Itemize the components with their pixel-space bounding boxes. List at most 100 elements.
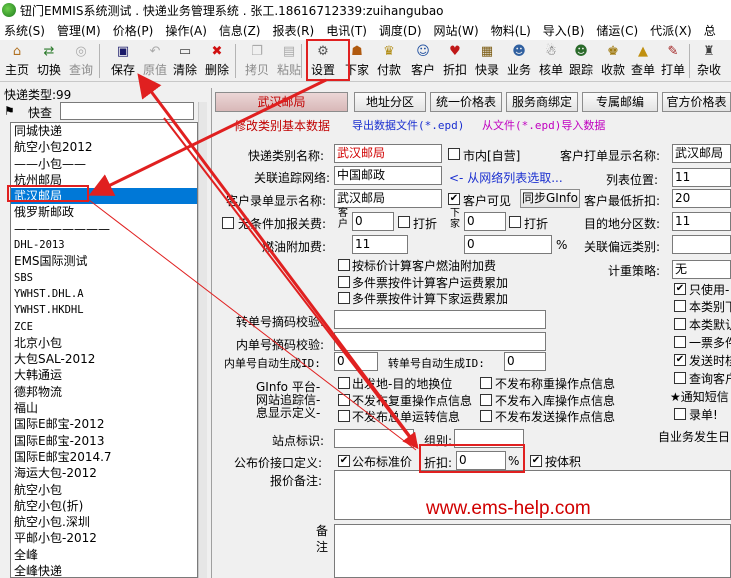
- toolbar-revert-button[interactable]: ↶ 原值: [139, 41, 171, 79]
- list-item[interactable]: 大韩通运: [11, 367, 197, 383]
- entry-name-input[interactable]: 武汉邮局: [334, 189, 442, 208]
- list-position-input[interactable]: 11: [672, 168, 731, 187]
- left-scrollbar[interactable]: [198, 102, 207, 578]
- toolbar-delete-button[interactable]: ✖ 删除: [201, 41, 233, 79]
- tab-official-price[interactable]: 官方价格表: [662, 92, 731, 112]
- menu-info[interactable]: 信息(Z): [215, 22, 269, 39]
- type-name-input[interactable]: 武汉邮局: [334, 144, 442, 163]
- list-item[interactable]: 德邦物流: [11, 384, 197, 400]
- no-master-checkbox[interactable]: [338, 410, 350, 422]
- menu-storage[interactable]: 储运(C): [592, 22, 646, 39]
- list-item[interactable]: DHL-2013: [11, 237, 197, 253]
- multi-piece-next-checkbox[interactable]: [338, 292, 350, 304]
- list-item[interactable]: ——小包——: [11, 156, 197, 172]
- toolbar-tracking-button[interactable]: ☻ 跟踪: [565, 41, 597, 79]
- right-option-1-checkbox[interactable]: ✔: [674, 283, 686, 295]
- toolbar-clear-button[interactable]: ▭ 清除: [169, 41, 201, 79]
- toolbar-collect-button[interactable]: ♚ 收款: [597, 41, 629, 79]
- export-data-link[interactable]: 导出数据文件(*.epd): [352, 117, 464, 133]
- transfer-autogen-input[interactable]: 0: [504, 352, 546, 371]
- list-item[interactable]: 平邮小包-2012: [11, 530, 197, 546]
- toolbar-verify-button[interactable]: ☃ 核单: [535, 41, 567, 79]
- list-item[interactable]: 航空小包: [11, 482, 197, 498]
- tab-wuhan-post[interactable]: 武汉邮局: [215, 92, 348, 112]
- no-condition-surcharge-checkbox[interactable]: [222, 217, 234, 229]
- list-item[interactable]: 全峰快递: [11, 563, 197, 577]
- toolbar-customer-button[interactable]: ☺ 客户: [407, 41, 439, 79]
- quick-find-input[interactable]: [60, 102, 194, 120]
- waybill-check-input[interactable]: [334, 310, 546, 329]
- weight-policy-select[interactable]: 无: [672, 260, 731, 279]
- next-surcharge-input[interactable]: 0: [464, 212, 506, 231]
- list-item[interactable]: 大包SAL-2012: [11, 351, 197, 367]
- list-item[interactable]: ZCE: [11, 319, 197, 335]
- min-discount-input[interactable]: 20: [672, 189, 731, 208]
- menu-price[interactable]: 价格(P): [109, 22, 162, 39]
- list-item[interactable]: EMS国际测试: [11, 253, 197, 269]
- list-item[interactable]: 国际E邮宝-2012: [11, 416, 197, 432]
- toolbar-binoculars-button[interactable]: ◎ 查询: [65, 41, 97, 79]
- publish-standard-checkbox[interactable]: ✔: [338, 455, 350, 467]
- list-item[interactable]: YWHST.HKDHL: [11, 302, 197, 318]
- next-surcharge-discount-checkbox[interactable]: [509, 216, 521, 228]
- list-item[interactable]: 全峰: [11, 547, 197, 563]
- menu-dispatch[interactable]: 调度(D): [375, 22, 430, 39]
- menu-report[interactable]: 报表(R): [268, 22, 322, 39]
- list-item[interactable]: 航空小包(折): [11, 498, 197, 514]
- menu-import[interactable]: 导入(B): [539, 22, 593, 39]
- customer-surcharge-discount-checkbox[interactable]: [398, 216, 410, 228]
- customer-surcharge-input[interactable]: 0: [352, 212, 394, 231]
- station-input[interactable]: [334, 429, 414, 448]
- right-option-4-checkbox[interactable]: [674, 336, 686, 348]
- dest-zones-input[interactable]: 11: [672, 212, 731, 231]
- menu-general[interactable]: 总: [700, 22, 724, 39]
- list-item[interactable]: 同城快递: [11, 123, 197, 139]
- sync-ginfo-button[interactable]: 同步GInfo: [520, 189, 580, 208]
- right-option-6-checkbox[interactable]: [674, 372, 686, 384]
- no-outbound-checkbox[interactable]: [480, 410, 492, 422]
- list-item[interactable]: 海运大包-2012: [11, 465, 197, 481]
- tab-provider-binding[interactable]: 服务商绑定: [506, 92, 578, 112]
- tab-address-zones[interactable]: 地址分区: [354, 92, 426, 112]
- right-option-2-checkbox[interactable]: [674, 300, 686, 312]
- by-volume-checkbox[interactable]: ✔: [530, 455, 542, 467]
- right-option-3-checkbox[interactable]: [674, 318, 686, 330]
- origin-dest-swap-checkbox[interactable]: [338, 377, 350, 389]
- menu-telecom[interactable]: 电讯(T): [322, 22, 375, 39]
- menu-operation[interactable]: 操作(A): [161, 22, 215, 39]
- customer-visible-checkbox[interactable]: ✔: [448, 193, 460, 205]
- list-item[interactable]: 航空小包2012: [11, 139, 197, 155]
- inner-city-checkbox[interactable]: [448, 148, 460, 160]
- menu-system[interactable]: 系统(S): [0, 22, 53, 39]
- list-item[interactable]: 航空小包.深圳: [11, 514, 197, 530]
- import-data-link[interactable]: 从文件(*.epd)导入数据: [482, 117, 605, 133]
- tab-exclusive-zip[interactable]: 专属邮编: [582, 92, 658, 112]
- tracking-input[interactable]: 中国邮政: [334, 166, 442, 185]
- toolbar-copy-button[interactable]: ❐ 拷贝: [241, 41, 273, 79]
- list-item[interactable]: SBS: [11, 270, 197, 286]
- list-item[interactable]: 国际E邮宝-2013: [11, 433, 197, 449]
- tracking-pick-link[interactable]: <- 从网络列表选取...: [449, 169, 563, 186]
- tab-unified-price[interactable]: 统一价格表: [430, 92, 502, 112]
- print-name-input[interactable]: 武汉邮局: [672, 144, 731, 163]
- toolbar-quick-entry-button[interactable]: ▦ 快录: [471, 41, 503, 79]
- multi-piece-customer-checkbox[interactable]: [338, 276, 350, 288]
- toolbar-misc-charge-button[interactable]: ♜ 杂收: [693, 41, 725, 79]
- toolbar-payment-button[interactable]: ♛ 付款: [373, 41, 405, 79]
- menu-materials[interactable]: 物料(L): [487, 22, 539, 39]
- list-item[interactable]: 北京小包: [11, 335, 197, 351]
- no-inbound-checkbox[interactable]: [480, 394, 492, 406]
- right-option-5-checkbox[interactable]: ✔: [674, 354, 686, 366]
- toolbar-business-button[interactable]: ☻ 业务: [503, 41, 535, 79]
- list-item[interactable]: YWHST.DHL.A: [11, 286, 197, 302]
- toolbar-save-button[interactable]: ▣ 保存: [107, 41, 139, 79]
- toolbar-home-button[interactable]: ⌂ 主页: [1, 41, 33, 79]
- list-item[interactable]: 俄罗斯邮政: [11, 204, 197, 220]
- inner-autogen-input[interactable]: 0: [334, 352, 378, 371]
- toolbar-switch-button[interactable]: ⇄ 切换: [33, 41, 65, 79]
- menu-website[interactable]: 网站(W): [430, 22, 487, 39]
- menu-manage[interactable]: 管理(M): [53, 22, 109, 39]
- remote-type-input[interactable]: [672, 235, 731, 254]
- list-item[interactable]: 福山: [11, 400, 197, 416]
- inner-check-input[interactable]: [334, 332, 546, 351]
